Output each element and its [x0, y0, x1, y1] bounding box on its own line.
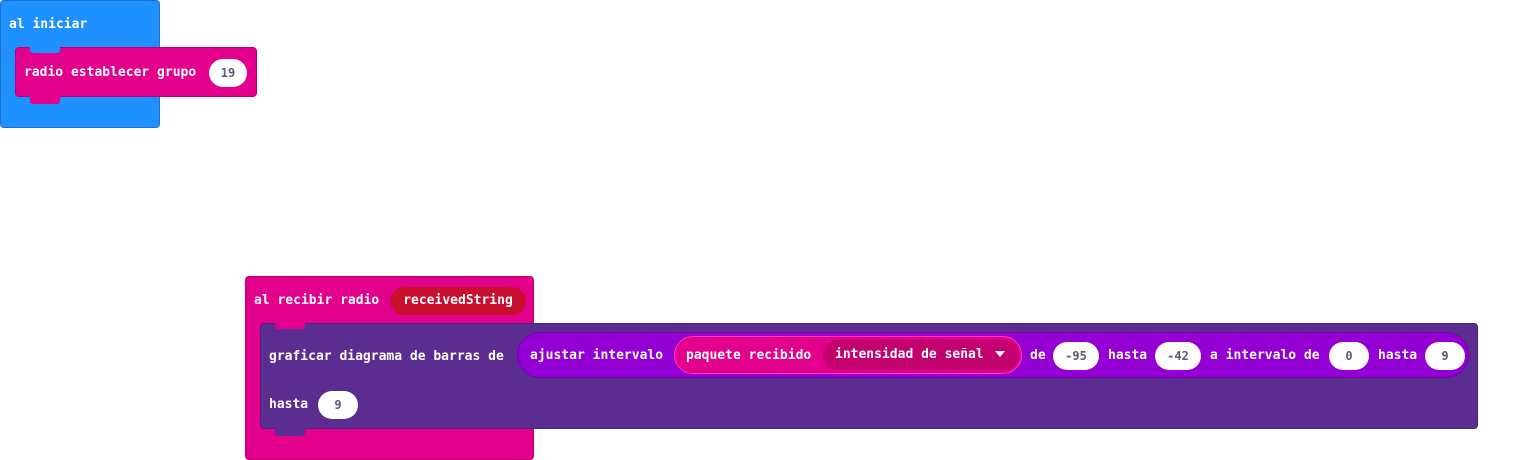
on-start-label: al iniciar [9, 17, 88, 32]
map-block[interactable]: ajustar intervalo paquete recibido inten… [517, 332, 1469, 378]
plot-bar-graph-label: graficar diagrama de barras de [269, 349, 504, 364]
plot-bottom-tab [275, 428, 305, 436]
up-to-input[interactable]: 9 [318, 391, 358, 419]
received-packet-block[interactable]: paquete recibido intensidad de señal [674, 336, 1022, 374]
set-group-top-notch [30, 47, 60, 53]
from-high-input[interactable]: -42 [1155, 342, 1201, 370]
to-label: hasta [1108, 348, 1148, 363]
caret-down-icon [995, 351, 1005, 357]
workspace-canvas[interactable]: al iniciar radio establecer grupo 19 al … [0, 0, 1529, 460]
to-high-input[interactable]: 9 [1425, 342, 1465, 370]
radio-set-group-label: radio establecer grupo [24, 65, 197, 80]
radio-set-group-block[interactable]: radio establecer grupo 19 [15, 47, 257, 97]
set-group-bottom-tab [30, 96, 60, 104]
received-packet-label: paquete recibido [686, 348, 812, 363]
signal-strength-dropdown[interactable]: intensidad de señal [823, 340, 1019, 370]
on-radio-received-label: al recibir radio [254, 293, 380, 308]
received-string-variable[interactable]: receivedString [390, 287, 526, 315]
up-to-label: hasta [269, 397, 309, 412]
to-low-input[interactable]: 0 [1329, 342, 1369, 370]
from-label: de [1030, 348, 1046, 363]
map-label: ajustar intervalo [530, 348, 664, 363]
to-range-label: a intervalo de [1210, 348, 1320, 363]
plot-top-notch [275, 323, 305, 329]
plot-bar-graph-block[interactable]: graficar diagrama de barras de ajustar i… [260, 323, 1478, 429]
group-number-input[interactable]: 19 [209, 59, 247, 87]
to-high-label: hasta [1378, 348, 1418, 363]
signal-strength-value: intensidad de señal [835, 347, 984, 362]
from-low-input[interactable]: -95 [1053, 342, 1099, 370]
